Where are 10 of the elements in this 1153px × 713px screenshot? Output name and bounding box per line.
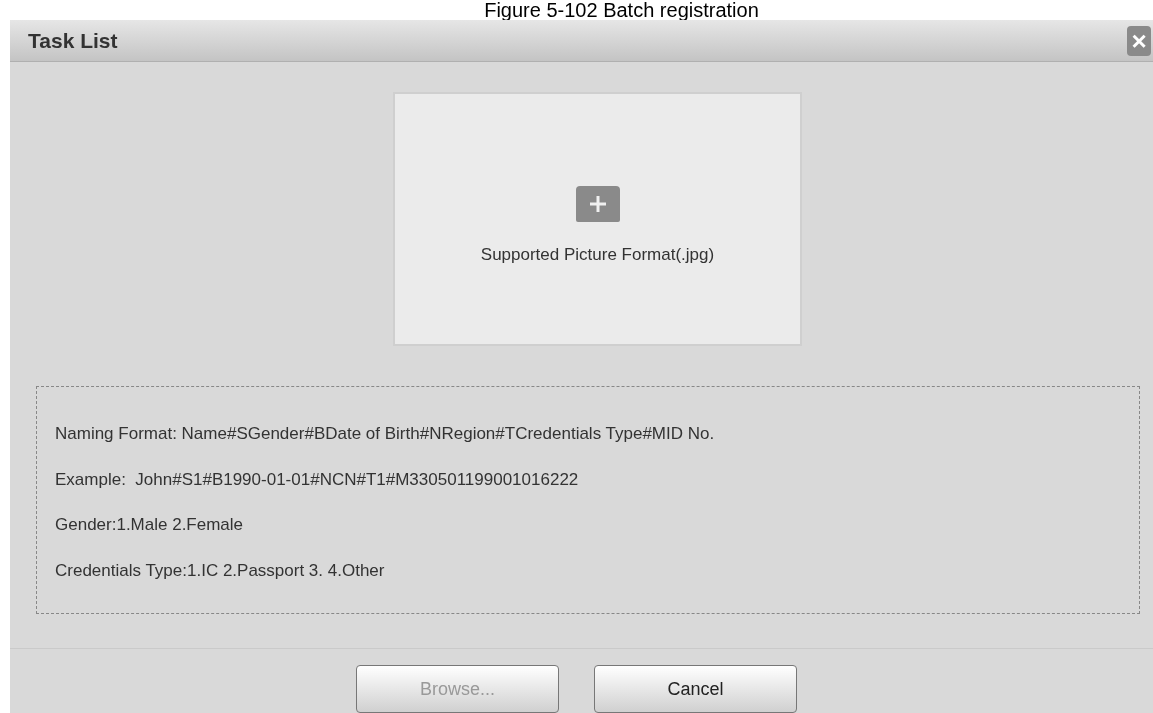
- dialog-title: Task List: [28, 27, 118, 54]
- info-line: Naming Format: Name#SGender#BDate of Birth#NRegion#TCredentials Type#MID No.: [55, 423, 716, 445]
- info-line: Gender:1.Male 2.Female: [55, 514, 245, 536]
- upload-area[interactable]: Supported Picture Format(.jpg): [393, 92, 802, 346]
- info-line: Credentials Type:1.IC 2.Passport 3. 4.Other: [55, 559, 386, 582]
- upload-hint: Supported Picture Format(.jpg): [480, 244, 715, 267]
- cancel-button[interactable]: Cancel: [594, 665, 797, 713]
- figure-caption: Figure 5-102 Batch registration: [484, 0, 759, 20]
- add-folder-icon: [573, 184, 622, 225]
- info-line: Example: John#S1#B1990-01-01#NCN#T1#M330501199001016222: [55, 468, 580, 491]
